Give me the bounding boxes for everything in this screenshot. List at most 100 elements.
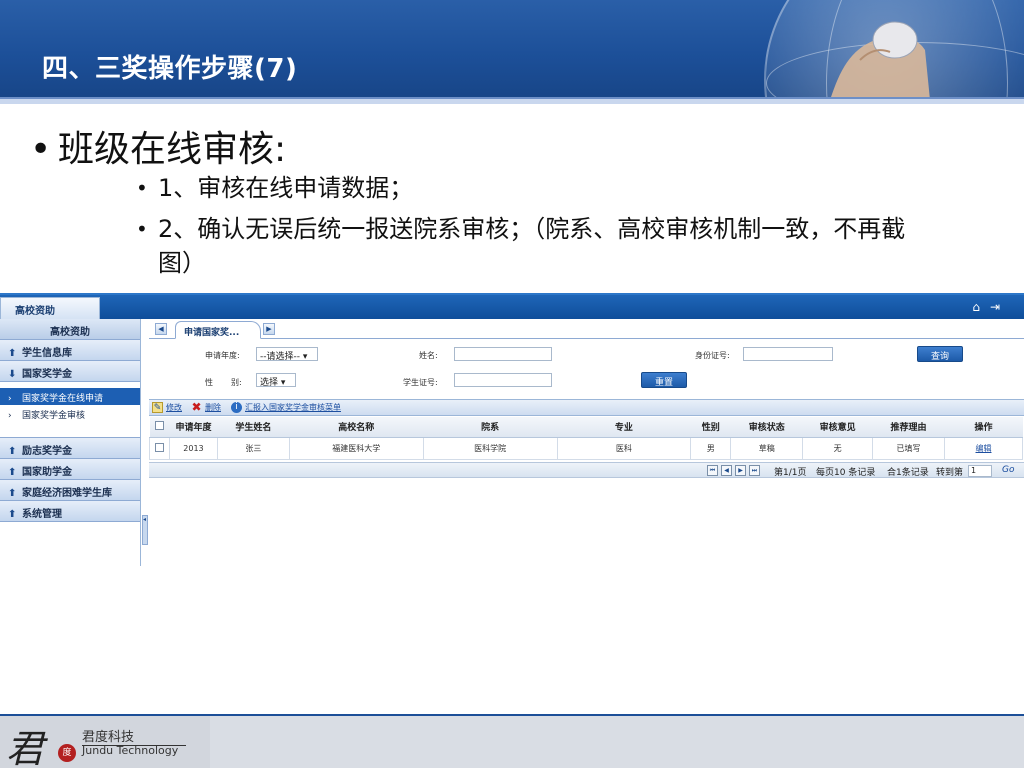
first-page-icon[interactable]: ⏮ bbox=[707, 465, 718, 476]
search-form: 申请年度: --请选择-- ▾ 姓名: 身份证号: 查询 性 别: 选择 ▾ 学… bbox=[149, 341, 1024, 397]
bullet-dot: • bbox=[30, 129, 52, 170]
student-no-input[interactable] bbox=[454, 373, 552, 387]
row-checkbox-cell bbox=[149, 436, 170, 460]
table-cell: 福建医科大学 bbox=[288, 436, 424, 460]
prev-page-icon[interactable]: ◀ bbox=[721, 465, 732, 476]
goto-label: 转到第 bbox=[936, 468, 964, 478]
sidebar-group-label: 励志奖学金 bbox=[22, 446, 72, 457]
bullet-level-2: • 2、确认无误后统一报送院系审核；（院系、高校审核机制一致，不再截图） bbox=[136, 212, 938, 280]
data-grid: 申请年度 学生姓名 高校名称 院系 专业 性别 审核状态 审核意见 推荐理由 操… bbox=[149, 417, 1024, 460]
chevron-right-icon: › bbox=[8, 394, 12, 404]
table-cell: 2013 bbox=[168, 436, 218, 460]
sidebar-group-national-grant[interactable]: ⬆ 国家助学金 bbox=[0, 459, 140, 480]
id-number-label: 身份证号: bbox=[695, 351, 730, 360]
chevron-right-icon: › bbox=[8, 411, 12, 421]
column-header[interactable]: 审核意见 bbox=[802, 417, 873, 438]
banner-stripe-light bbox=[0, 99, 1024, 104]
home-icon[interactable]: ⌂ bbox=[972, 300, 980, 314]
edit-row-link[interactable]: 编辑 bbox=[944, 436, 1023, 460]
table-cell: 医科学院 bbox=[422, 436, 558, 460]
logo-calligraphy: 君 bbox=[6, 727, 45, 768]
go-button[interactable]: Go bbox=[1002, 465, 1014, 475]
student-no-label: 学生证号: bbox=[403, 378, 438, 387]
sidebar-group-inspirational-scholarship[interactable]: ⬆ 励志奖学金 bbox=[0, 438, 140, 459]
slide-title: 四、三奖操作步骤(7) bbox=[42, 54, 298, 84]
app-screenshot: 高校资助 ⌂ ⇥ 高校资助 ⬆ 学生信息库 ⬇ 国家奖学金 › 国家奖学金在线申请 › 国… bbox=[0, 293, 1024, 566]
edit-action[interactable]: ✎ 修改 bbox=[152, 402, 182, 413]
column-header[interactable]: 高校名称 bbox=[289, 417, 424, 438]
column-header[interactable]: 学生姓名 bbox=[217, 417, 290, 438]
sidebar-group-label: 国家奖学金 bbox=[22, 369, 72, 380]
year-select[interactable]: --请选择-- ▾ bbox=[256, 347, 318, 362]
bullet-dot: • bbox=[136, 176, 148, 200]
company-logo: 君 度 君度科技 Jundu Technology bbox=[0, 716, 210, 768]
table-cell: 医科 bbox=[556, 436, 692, 460]
pager: ⏮ ◀ ▶ ⏭ 第1/1页 每页10 条记录 合1条记录 转到第 1 Go bbox=[149, 462, 1024, 478]
submit-action[interactable]: i 汇报入国家奖学金审核菜单 bbox=[231, 402, 341, 413]
column-header[interactable]: 专业 bbox=[557, 417, 691, 438]
sidebar: 高校资助 ⬆ 学生信息库 ⬇ 国家奖学金 › 国家奖学金在线申请 › 国家奖学金审核 ⬆… bbox=[0, 319, 141, 566]
per-page-info: 每页10 条记录 bbox=[816, 468, 876, 478]
arrow-up-icon: ⬆ bbox=[8, 348, 17, 359]
search-button[interactable]: 查询 bbox=[917, 346, 963, 362]
table-cell: 无 bbox=[802, 436, 874, 460]
bullet-text: 1、审核在线申请数据； bbox=[158, 174, 414, 202]
gender-select[interactable]: 选择 ▾ bbox=[256, 373, 296, 388]
delete-action[interactable]: ✖ 删除 bbox=[191, 400, 221, 414]
delete-icon: ✖ bbox=[191, 400, 202, 414]
column-header[interactable]: 推荐理由 bbox=[872, 417, 945, 438]
logo-seal: 度 bbox=[58, 744, 76, 762]
sidebar-group-student-info[interactable]: ⬆ 学生信息库 bbox=[0, 340, 140, 361]
reset-button[interactable]: 重置 bbox=[641, 372, 687, 388]
sidebar-collapse-handle[interactable]: ◂ bbox=[142, 515, 148, 545]
sidebar-group-label: 家庭经济困难学生库 bbox=[22, 488, 112, 499]
id-number-input[interactable] bbox=[743, 347, 833, 361]
row-checkbox[interactable] bbox=[154, 442, 164, 452]
tab-apply-national-scholarship[interactable]: 申请国家奖... bbox=[175, 321, 261, 339]
bullet-level-1: • 班级在线审核: bbox=[30, 120, 286, 172]
arrow-up-icon: ⬆ bbox=[8, 509, 17, 520]
column-header[interactable]: 院系 bbox=[423, 417, 557, 438]
arrow-up-icon: ⬆ bbox=[8, 467, 17, 478]
column-header[interactable]: 性别 bbox=[690, 417, 731, 438]
column-header[interactable]: 申请年度 bbox=[169, 417, 218, 438]
select-all-checkbox[interactable] bbox=[154, 420, 164, 430]
table-cell: 男 bbox=[690, 436, 732, 460]
tab-scroll-right-icon[interactable]: ▶ bbox=[263, 323, 275, 335]
last-page-icon[interactable]: ⏭ bbox=[749, 465, 760, 476]
edit-icon: ✎ bbox=[152, 402, 163, 413]
info-icon: i bbox=[231, 402, 242, 413]
arrow-up-icon: ⬆ bbox=[8, 488, 17, 499]
sidebar-item-label: 国家奖学金在线申请 bbox=[22, 394, 104, 404]
sidebar-item-review[interactable]: › 国家奖学金审核 bbox=[0, 405, 140, 422]
column-header[interactable]: 审核状态 bbox=[730, 417, 803, 438]
sidebar-header: 高校资助 bbox=[0, 319, 140, 340]
bullet-dot: • bbox=[136, 217, 148, 241]
sidebar-group-system-management[interactable]: ⬆ 系统管理 bbox=[0, 501, 140, 522]
hand-mouse-graphic bbox=[830, 21, 930, 100]
company-name-cn: 君度科技 bbox=[82, 726, 186, 746]
sidebar-item-online-apply[interactable]: › 国家奖学金在线申请 bbox=[0, 388, 140, 405]
select-all-checkbox-cell bbox=[149, 417, 170, 438]
tab-scroll-left-icon[interactable]: ◀ bbox=[155, 323, 167, 335]
slide: 四、三奖操作步骤(7) • 班级在线审核: • 1、审核在线申请数据； • 2、确认无… bbox=[0, 0, 1024, 768]
logout-icon[interactable]: ⇥ bbox=[990, 300, 1000, 314]
table-cell: 张三 bbox=[216, 436, 290, 460]
app-top-tab[interactable]: 高校资助 bbox=[0, 297, 100, 319]
sidebar-group-national-scholarship[interactable]: ⬇ 国家奖学金 bbox=[0, 361, 140, 382]
gender-label-2: 别: bbox=[231, 378, 242, 387]
sidebar-group-poverty-students[interactable]: ⬆ 家庭经济困难学生库 bbox=[0, 480, 140, 501]
dropdown-arrow-icon: ▾ bbox=[302, 352, 308, 362]
name-input[interactable] bbox=[454, 347, 552, 361]
next-page-icon[interactable]: ▶ bbox=[735, 465, 746, 476]
name-label: 姓名: bbox=[419, 351, 438, 360]
app-header-icons: ⌂ ⇥ bbox=[962, 300, 1000, 314]
main-tab-bar: ◀ 申请国家奖... ▶ bbox=[149, 319, 1024, 339]
sidebar-group-label: 学生信息库 bbox=[22, 348, 72, 359]
goto-page-input[interactable]: 1 bbox=[968, 465, 992, 477]
main-panel: ◀ 申请国家奖... ▶ 申请年度: --请选择-- ▾ 姓名: 身份证号: 查… bbox=[149, 319, 1024, 566]
app-top-bar: 高校资助 ⌂ ⇥ bbox=[0, 293, 1024, 319]
table-row[interactable]: 2013 张三 福建医科大学 医科学院 医科 男 草稿 无 已填写 编辑 bbox=[149, 436, 1023, 460]
column-header[interactable]: 操作 bbox=[944, 417, 1023, 438]
table-cell: 已填写 bbox=[872, 436, 945, 460]
